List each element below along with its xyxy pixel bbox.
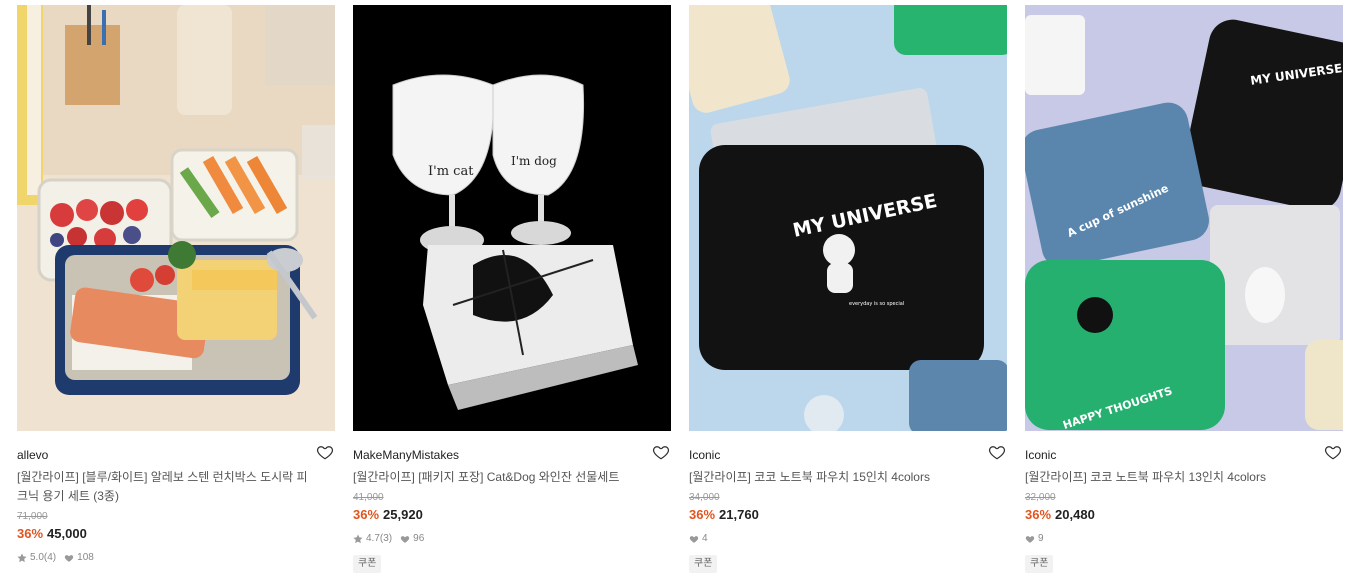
product-image-wine-glasses[interactable]: I'm cat I'm dog xyxy=(353,5,671,431)
like-count: 108 xyxy=(77,552,94,563)
product-image-pouch-13[interactable]: MY UNIVERSE A cup of sunshine HAPPY THOU… xyxy=(1025,5,1343,431)
glass-left-text: I'm cat xyxy=(428,164,474,179)
price-row: 36% 20,480 xyxy=(1025,506,1343,524)
heart-filled-icon xyxy=(1025,534,1035,544)
product-brand[interactable]: allevo xyxy=(17,448,48,462)
coupon-badge: 쿠폰 xyxy=(353,555,382,573)
product-card[interactable]: MY UNIVERSE A cup of sunshine HAPPY THOU… xyxy=(1025,5,1343,573)
product-title[interactable]: [월간라이프] [패키지 포장] Cat&Dog 와인잔 선물세트 xyxy=(353,468,653,487)
rating-value: 5.0 xyxy=(30,552,44,563)
original-price: 34,000 xyxy=(689,492,720,503)
product-image-lunchbox[interactable] xyxy=(17,5,335,431)
price-row: 36% 21,760 xyxy=(689,506,1007,524)
like-count: 96 xyxy=(413,533,425,544)
product-meta: 5.0 (4) 108 xyxy=(17,551,335,565)
sale-price: 25,920 xyxy=(383,507,423,522)
product-grid: allevo [월간라이프] [블루/화이트] 알레보 스텐 런치박스 도시락 … xyxy=(0,0,1346,587)
product-card[interactable]: MY UNIVERSE everyday is so special Iconi… xyxy=(689,5,1007,573)
price-row: 36% 45,000 xyxy=(17,525,335,543)
product-title[interactable]: [월간라이프] 코코 노트북 파우치 13인치 4colors xyxy=(1025,468,1325,487)
product-brand[interactable]: Iconic xyxy=(1025,448,1056,462)
heart-outline-icon[interactable] xyxy=(988,443,1006,461)
heart-outline-icon[interactable] xyxy=(316,443,334,461)
product-brand[interactable]: Iconic xyxy=(689,448,720,462)
product-card[interactable]: allevo [월간라이프] [블루/화이트] 알레보 스텐 런치박스 도시락 … xyxy=(17,5,335,565)
sale-price: 45,000 xyxy=(47,526,87,541)
product-meta: 4 xyxy=(689,532,1007,546)
like-count: 9 xyxy=(1038,533,1044,544)
review-count: (4) xyxy=(43,552,57,563)
product-title[interactable]: [월간라이프] 코코 노트북 파우치 15인치 4colors xyxy=(689,468,989,487)
glass-right-text: I'm dog xyxy=(511,154,557,168)
heart-filled-icon xyxy=(400,534,410,544)
coupon-badge: 쿠폰 xyxy=(689,555,718,573)
discount-rate: 36% xyxy=(17,526,44,541)
star-icon xyxy=(353,534,363,544)
product-meta: 9 xyxy=(1025,532,1343,546)
star-icon xyxy=(17,553,27,563)
original-price: 32,000 xyxy=(1025,492,1056,503)
original-price: 71,000 xyxy=(17,511,48,522)
original-price: 41,000 xyxy=(353,492,384,503)
discount-rate: 36% xyxy=(353,507,380,522)
sale-price: 21,760 xyxy=(719,507,759,522)
rating-value: 4.7 xyxy=(366,533,380,544)
pouch-15-caption: everyday is so special xyxy=(849,301,904,307)
product-card[interactable]: I'm cat I'm dog MakeManyMistakes [월간라이프]… xyxy=(353,5,671,573)
review-count: (3) xyxy=(379,533,393,544)
product-meta: 4.7 (3) 96 xyxy=(353,532,671,546)
discount-rate: 36% xyxy=(1025,507,1052,522)
product-image-pouch-15[interactable]: MY UNIVERSE everyday is so special xyxy=(689,5,1007,431)
heart-filled-icon xyxy=(64,553,74,563)
heart-outline-icon[interactable] xyxy=(1324,443,1342,461)
discount-rate: 36% xyxy=(689,507,716,522)
coupon-badge: 쿠폰 xyxy=(1025,555,1054,573)
heart-outline-icon[interactable] xyxy=(652,443,670,461)
price-row: 36% 25,920 xyxy=(353,506,671,524)
sale-price: 20,480 xyxy=(1055,507,1095,522)
heart-filled-icon xyxy=(689,534,699,544)
like-count: 4 xyxy=(702,533,708,544)
product-title[interactable]: [월간라이프] [블루/화이트] 알레보 스텐 런치박스 도시락 피크닉 용기 … xyxy=(17,468,317,506)
product-brand[interactable]: MakeManyMistakes xyxy=(353,448,459,462)
